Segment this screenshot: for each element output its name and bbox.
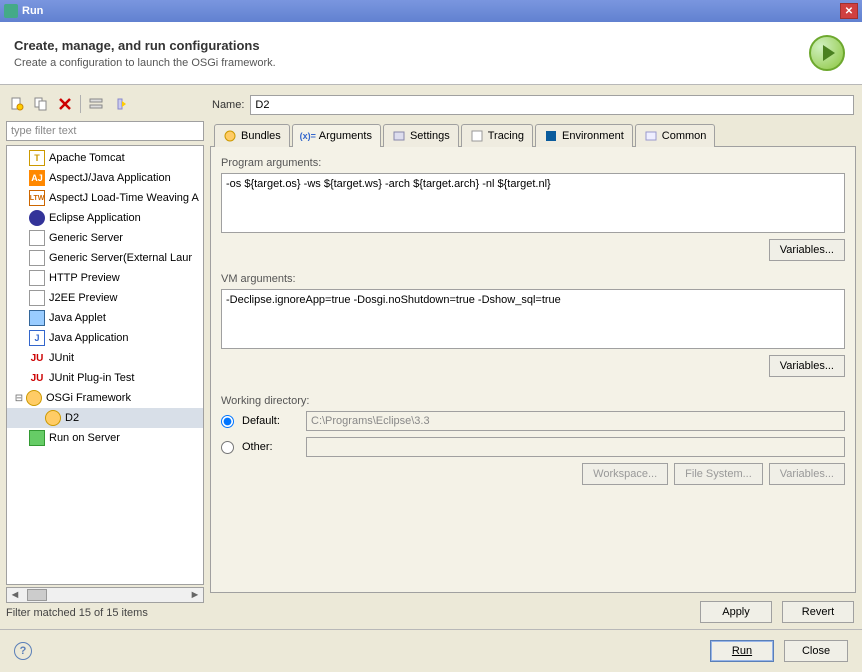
collapse-icon[interactable]: ⊟ (13, 392, 25, 404)
program-args-textarea[interactable] (221, 173, 845, 233)
arguments-icon: (x)= (301, 129, 315, 143)
collapse-all-button[interactable] (85, 93, 107, 115)
wd-variables-button[interactable]: Variables... (769, 463, 845, 485)
common-icon (644, 129, 658, 143)
tree-item: JUJUnit (7, 348, 203, 368)
tree-item: LTWAspectJ Load-Time Weaving A (7, 188, 203, 208)
tab-arguments[interactable]: (x)=Arguments (292, 124, 381, 147)
vm-variables-button[interactable]: Variables... (769, 355, 845, 377)
tab-bundles[interactable]: Bundles (214, 124, 290, 147)
run-icon (806, 32, 848, 74)
other-label: Other: (242, 441, 298, 453)
tree-item: Generic Server (7, 228, 203, 248)
working-dir-label: Working directory: (221, 395, 845, 407)
settings-icon (392, 129, 406, 143)
tree-item: JJava Application (7, 328, 203, 348)
name-input[interactable] (250, 95, 854, 115)
program-args-label: Program arguments: (221, 157, 845, 169)
dialog-header: Create, manage, and run configurations C… (0, 22, 862, 85)
config-tree[interactable]: TApache Tomcat AJAspectJ/Java Applicatio… (6, 145, 204, 585)
header-title: Create, manage, and run configurations (14, 38, 806, 53)
run-button[interactable]: Run (710, 640, 774, 662)
other-dir-input[interactable] (306, 437, 845, 457)
tree-item: AJAspectJ/Java Application (7, 168, 203, 188)
tracing-icon (470, 129, 484, 143)
other-radio[interactable] (221, 441, 234, 454)
window-title: Run (22, 5, 840, 17)
close-window-button[interactable]: ✕ (840, 3, 858, 19)
default-dir-input (306, 411, 845, 431)
workspace-button[interactable]: Workspace... (582, 463, 668, 485)
tree-item: J2EE Preview (7, 288, 203, 308)
tree-item: JUJUnit Plug-in Test (7, 368, 203, 388)
default-label: Default: (242, 415, 298, 427)
vm-args-label: VM arguments: (221, 273, 845, 285)
header-subtitle: Create a configuration to launch the OSG… (14, 57, 806, 69)
titlebar: Run ✕ (0, 0, 862, 22)
program-variables-button[interactable]: Variables... (769, 239, 845, 261)
default-radio[interactable] (221, 415, 234, 428)
app-icon (4, 4, 18, 18)
tree-item: Generic Server(External Laur (7, 248, 203, 268)
delete-config-button[interactable] (54, 93, 76, 115)
tab-tracing[interactable]: Tracing (461, 124, 533, 147)
revert-button[interactable]: Revert (782, 601, 854, 623)
horizontal-scrollbar[interactable]: ◄► (6, 587, 204, 603)
bundles-icon (223, 129, 237, 143)
name-label: Name: (212, 99, 244, 111)
tree-item: Eclipse Application (7, 208, 203, 228)
tab-common[interactable]: Common (635, 124, 716, 147)
filesystem-button[interactable]: File System... (674, 463, 763, 485)
config-toolbar (6, 91, 204, 121)
filter-status: Filter matched 15 of 15 items (6, 603, 204, 623)
tree-item-d2[interactable]: D2 (7, 408, 203, 428)
filter-button[interactable] (109, 93, 131, 115)
tree-item: Run on Server (7, 428, 203, 448)
tree-item: HTTP Preview (7, 268, 203, 288)
tab-settings[interactable]: Settings (383, 124, 459, 147)
new-config-button[interactable] (6, 93, 28, 115)
vm-args-textarea[interactable] (221, 289, 845, 349)
tree-item-osgi[interactable]: ⊟OSGi Framework (7, 388, 203, 408)
apply-button[interactable]: Apply (700, 601, 772, 623)
close-button[interactable]: Close (784, 640, 848, 662)
filter-input[interactable]: type filter text (6, 121, 204, 141)
tree-item: TApache Tomcat (7, 148, 203, 168)
duplicate-config-button[interactable] (30, 93, 52, 115)
tree-item: Java Applet (7, 308, 203, 328)
help-icon[interactable]: ? (14, 642, 32, 660)
tab-environment[interactable]: Environment (535, 124, 633, 147)
tab-bar: Bundles (x)=Arguments Settings Tracing E… (214, 123, 856, 146)
environment-icon (544, 129, 558, 143)
